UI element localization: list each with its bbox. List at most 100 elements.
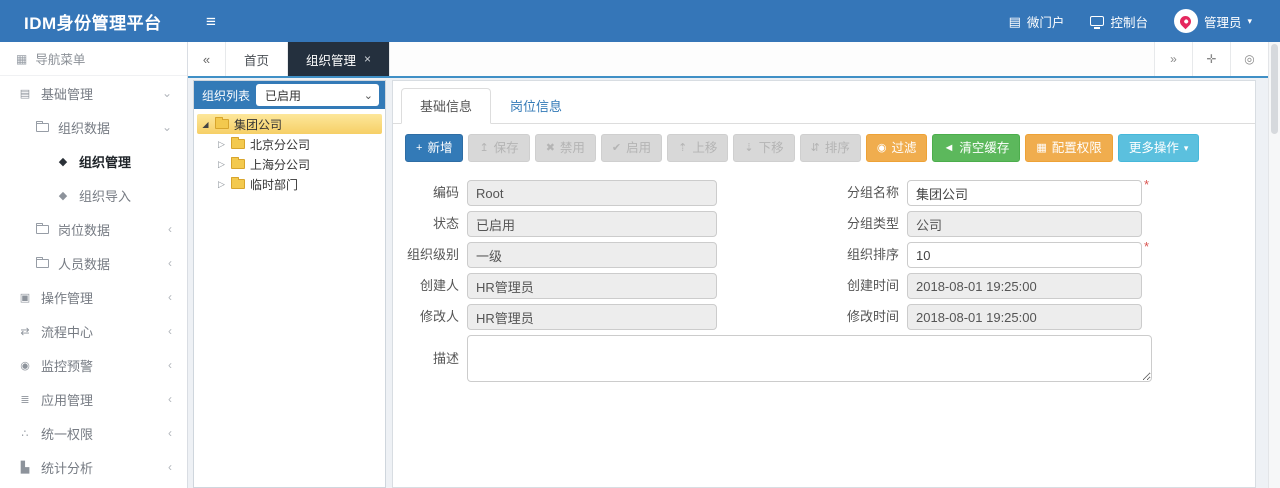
tree-node-temp-dept[interactable]: ▷ 临时部门: [197, 174, 382, 194]
add-button[interactable]: + 新增: [405, 134, 464, 162]
sidebar-item-ops-mgmt[interactable]: ▣ 操作管理 ‹: [0, 280, 187, 314]
chevron-left-icon: ‹: [168, 426, 172, 440]
sidebar-item-org-mgmt[interactable]: ◆ 组织管理: [0, 144, 187, 178]
sidebar-toggle-icon[interactable]: ≡: [206, 13, 216, 30]
save-icon: ↥: [479, 141, 489, 154]
nav-portal[interactable]: ▤ 微门户: [1009, 12, 1065, 31]
caret-down-icon: ▾: [1183, 142, 1189, 153]
caret-collapsed-icon[interactable]: ▷: [217, 159, 226, 170]
sidebar-item-label: 应用管理: [41, 392, 94, 408]
sidebar-item-monitor-alert[interactable]: ◉ 监控预警 ‹: [0, 348, 187, 382]
tab-label: 组织管理: [306, 53, 357, 68]
caret-expanded-icon[interactable]: ◢: [201, 120, 210, 129]
button-label: 清空缓存: [959, 141, 1010, 155]
sidebar-item-person-data[interactable]: 人员数据 ‹: [0, 246, 187, 280]
nav-console[interactable]: 控制台: [1090, 12, 1148, 31]
tree-node-root[interactable]: ◢ 集团公司: [197, 114, 382, 134]
sitemap-icon: ∴: [21, 427, 29, 440]
tabs-scroll-left-button[interactable]: «: [188, 42, 226, 76]
clear-cache-button[interactable]: ◄ 清空缓存: [932, 134, 1021, 162]
button-label: 过滤: [891, 141, 917, 155]
toolbar: + 新增 ↥ 保存 ✖ 禁用 ✔ 启用 ⇡ 上移 ⇣ 下移 ⇵ 排序 ◉ 过滤 …: [393, 124, 1255, 166]
tabs-scroll-right-button[interactable]: »: [1154, 42, 1192, 76]
status-filter-select[interactable]: 已启用 ⌄: [256, 84, 379, 106]
sidebar-item-stats-analysis[interactable]: ▙ 统计分析 ‹: [0, 450, 187, 484]
field-label: 状态: [432, 216, 459, 231]
disable-button[interactable]: ✖ 禁用: [534, 134, 596, 162]
description-field[interactable]: [467, 335, 1152, 382]
fullscreen-button[interactable]: ✛: [1192, 42, 1230, 76]
nav-console-label: 控制台: [1110, 15, 1148, 30]
tree-node-beijing[interactable]: ▷ 北京分公司: [197, 134, 382, 154]
scrollbar-thumb[interactable]: [1271, 44, 1278, 134]
sidebar-item-base-mgmt[interactable]: ▤ 基础管理 ⌄: [0, 76, 187, 110]
field-label: 编码: [432, 185, 459, 200]
tab-label: 基础信息: [420, 99, 473, 114]
tab-org-mgmt-active[interactable]: 组织管理 ×: [288, 42, 391, 76]
tree-node-shanghai[interactable]: ▷ 上海分公司: [197, 154, 382, 174]
status-field: [467, 211, 717, 237]
filter-button[interactable]: ◉ 过滤: [865, 134, 928, 162]
sidebar-item-label: 岗位数据: [58, 222, 111, 238]
save-button[interactable]: ↥ 保存: [468, 134, 530, 162]
org-order-field[interactable]: [907, 242, 1142, 268]
sidebar-item-label: 组织导入: [79, 188, 132, 204]
button-label: 下移: [758, 141, 784, 155]
user-menu[interactable]: 管理员 ▾: [1173, 9, 1252, 33]
enable-button[interactable]: ✔ 启用: [600, 134, 663, 162]
app-logo: IDM身份管理平台: [24, 13, 162, 33]
chevron-left-icon: ‹: [168, 392, 172, 406]
folder-open-icon: [215, 117, 229, 129]
folder-icon: [231, 177, 245, 189]
field-label: 创建时间: [846, 278, 899, 293]
caret-down-icon: ▾: [1247, 15, 1252, 26]
sidebar-item-unified-perm[interactable]: ∴ 统一权限 ‹: [0, 416, 187, 450]
top-navbar: IDM身份管理平台 ≡ ▤ 微门户 控制台 管理员 ▾: [0, 0, 1280, 42]
sidebar-item-process-center[interactable]: ⇄ 流程中心 ‹: [0, 314, 187, 348]
sort-button[interactable]: ⇵ 排序: [799, 134, 861, 162]
move-up-button[interactable]: ⇡ 上移: [667, 134, 729, 162]
close-icon[interactable]: ×: [364, 52, 371, 66]
group-name-field[interactable]: [907, 180, 1142, 206]
button-label: 上移: [692, 141, 718, 155]
open-tabs-bar: « 首页 组织管理 × » ✛ ◎: [188, 42, 1268, 78]
chevron-down-icon: ⌄: [161, 86, 172, 100]
tree-node-label: 临时部门: [250, 177, 299, 192]
sidebar-item-app-mgmt[interactable]: ≣ 应用管理 ‹: [0, 382, 187, 416]
sidebar-item-org-import[interactable]: ◆ 组织导入: [0, 178, 187, 212]
field-label: 创建人: [419, 278, 459, 293]
caret-collapsed-icon[interactable]: ▷: [217, 139, 226, 150]
sidebar-item-sys-mgmt[interactable]: ◆ 系统管理 ‹: [0, 484, 187, 488]
move-down-button[interactable]: ⇣ 下移: [733, 134, 795, 162]
refresh-button[interactable]: ◎: [1230, 42, 1268, 76]
operations-icon: ▣: [19, 291, 31, 304]
required-marker: *: [1144, 177, 1150, 192]
org-tree-header: 组织列表 已启用 ⌄: [194, 81, 385, 109]
sidebar-title: 导航菜单: [35, 53, 86, 67]
tab-position-info[interactable]: 岗位信息: [491, 88, 581, 124]
tree-node-label: 上海分公司: [250, 157, 311, 172]
org-tree-panel: 组织列表 已启用 ⌄ ◢ 集团公司 ▷ 北京分公司 ▷ 上海分公司 ▷ 临时部门: [193, 80, 386, 488]
console-icon: [1090, 16, 1105, 29]
tab-basic-info[interactable]: 基础信息: [401, 88, 492, 124]
button-label: 新增: [427, 141, 453, 155]
sidebar-item-label: 组织管理: [79, 154, 132, 170]
caret-collapsed-icon[interactable]: ▷: [217, 179, 226, 190]
clean-icon: ◄: [943, 141, 955, 154]
chevron-left-icon: ‹: [168, 324, 172, 338]
folder-icon: [36, 256, 49, 268]
config-permission-button[interactable]: ▦ 配置权限: [1025, 134, 1113, 162]
code-field: [467, 180, 717, 206]
nav-menu-icon: ▦: [16, 51, 28, 66]
sidebar: ▦ 导航菜单 ▤ 基础管理 ⌄ 组织数据 ⌄ ◆ 组织管理 ◆ 组织导入 岗位数…: [0, 42, 188, 488]
sidebar-item-position-data[interactable]: 岗位数据 ‹: [0, 212, 187, 246]
sidebar-item-org-data[interactable]: 组织数据 ⌄: [0, 110, 187, 144]
page-scrollbar[interactable]: [1268, 42, 1280, 488]
grid-icon: ▦: [1036, 141, 1047, 154]
folder-icon: [36, 222, 49, 234]
tag-icon: ◆: [58, 155, 68, 168]
chevron-left-icon: ‹: [168, 256, 172, 270]
tab-home[interactable]: 首页: [226, 42, 289, 76]
more-actions-button[interactable]: 更多操作 ▾: [1117, 134, 1200, 162]
x-icon: ✖: [545, 141, 555, 154]
